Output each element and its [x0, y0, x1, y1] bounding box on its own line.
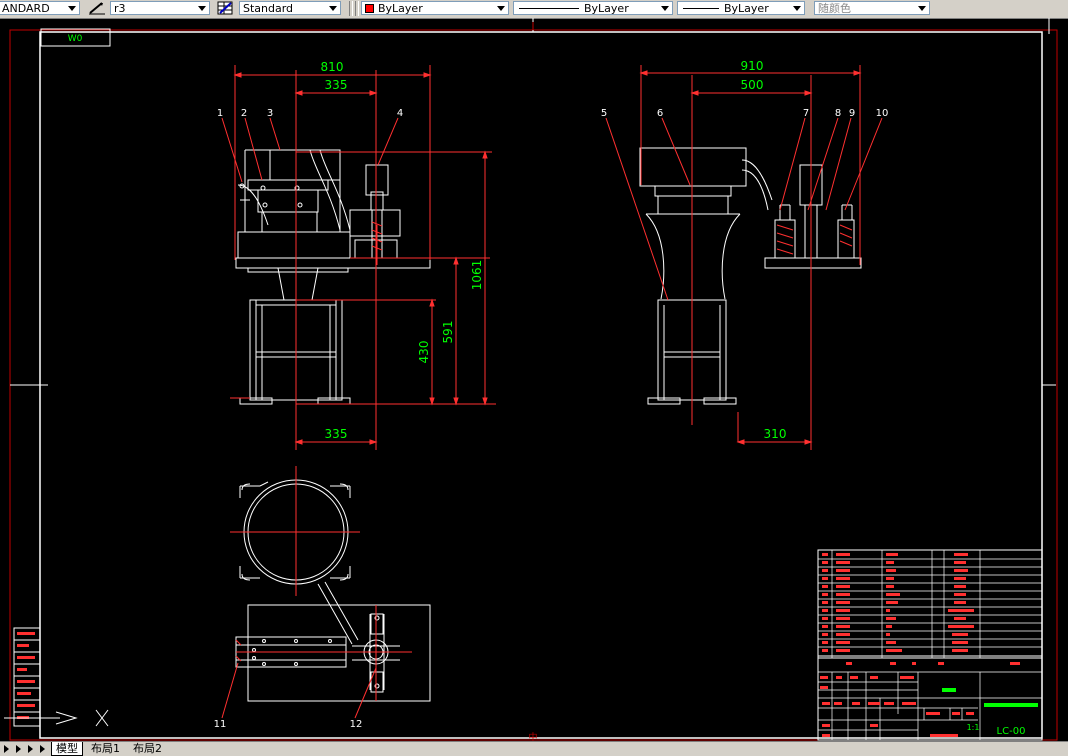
chevron-down-icon [658, 2, 672, 14]
dim-side-width: 910 [741, 59, 764, 73]
callout-2: 2 [241, 108, 247, 119]
lineweight-sample [683, 8, 719, 9]
toolbar-separator [349, 1, 353, 16]
callout-1: 1 [217, 108, 223, 119]
table-style-dropdown[interactable]: Standard [239, 1, 341, 15]
chevron-down-icon [494, 2, 508, 14]
dim-front-leg: 430 [417, 341, 431, 364]
tab-layout2[interactable]: 布局2 [129, 742, 166, 755]
callout-3: 3 [267, 108, 273, 119]
dim-side-offset: 310 [764, 427, 787, 441]
side-view [639, 147, 862, 405]
color-dropdown[interactable]: ByLayer [361, 1, 509, 15]
toolbar-separator [355, 1, 359, 16]
dim-front-table: 591 [441, 321, 455, 344]
callout-leaders [221, 117, 883, 719]
plot-style-value: 随颜色 [818, 2, 851, 15]
dim-front-height: 1061 [470, 260, 484, 291]
center-marks [10, 18, 1056, 386]
drawing-scale: 1:1 [967, 723, 980, 732]
table-style-icon[interactable] [216, 1, 234, 15]
text-style-value: ANDARD [2, 2, 50, 15]
tab-model[interactable]: 模型 [51, 742, 83, 756]
top-view [235, 479, 431, 702]
table-style-value: Standard [243, 2, 294, 15]
text-style-dropdown[interactable]: ANDARD [0, 1, 80, 15]
dim-style-value: r3 [114, 2, 126, 15]
title-block-name [942, 688, 956, 692]
front-view [235, 149, 431, 405]
chevron-down-icon [915, 2, 929, 14]
chevron-down-icon [195, 2, 209, 14]
callout-6: 6 [657, 108, 663, 119]
dim-front-center: 335 [325, 78, 348, 92]
chevron-down-icon [790, 2, 804, 14]
revision-block [13, 627, 41, 727]
first-tab-icon[interactable] [2, 743, 12, 754]
chevron-down-icon [65, 2, 79, 14]
callout-5: 5 [601, 108, 607, 119]
layer-title-text: W0 [68, 34, 83, 44]
callout-7: 7 [803, 108, 809, 119]
prev-tab-icon[interactable] [14, 743, 24, 754]
dim-style-dropdown[interactable]: r3 [110, 1, 210, 15]
title-block-project [984, 703, 1038, 707]
properties-toolbar: ANDARD r3 Standard ByLayer ByLayer ByLay… [0, 0, 1068, 19]
drawing-number: LC-00 [997, 726, 1026, 737]
layout-tab-bar: 模型 布局1 布局2 [0, 741, 1068, 756]
linetype-dropdown[interactable]: ByLayer [513, 1, 673, 15]
plot-style-dropdown[interactable]: 随颜色 [814, 1, 930, 15]
callout-9: 9 [849, 108, 855, 119]
callout-11: 11 [214, 719, 227, 730]
drawing-frame [39, 31, 1043, 739]
next-tab-icon[interactable] [26, 743, 36, 754]
dim-front-width: 810 [321, 60, 344, 74]
top-view-centerlines [230, 466, 412, 701]
drawing-canvas[interactable]: W0 810 335 335 1061 591 430 910 500 310 … [0, 18, 1068, 741]
last-tab-icon[interactable] [38, 743, 48, 754]
linetype-sample [519, 8, 579, 9]
title-block: LC-00 1:1 [817, 655, 1043, 741]
dim-side-center: 500 [741, 78, 764, 92]
lineweight-dropdown[interactable]: ByLayer [677, 1, 805, 15]
callout-10: 10 [876, 108, 889, 119]
callout-8: 8 [835, 108, 841, 119]
chevron-down-icon [326, 2, 340, 14]
callout-4: 4 [397, 108, 403, 119]
sheet-marker: 中 [528, 731, 537, 741]
color-swatch [365, 4, 374, 13]
callout-12: 12 [350, 719, 363, 730]
color-value: ByLayer [378, 2, 423, 15]
dim-style-icon[interactable] [88, 1, 106, 15]
tab-layout1[interactable]: 布局1 [87, 742, 124, 755]
linetype-value: ByLayer [584, 2, 629, 15]
sheet-border-outer [9, 29, 1058, 741]
dim-front-bottom: 335 [325, 427, 348, 441]
parts-list [817, 549, 1043, 665]
lineweight-value: ByLayer [724, 2, 769, 15]
